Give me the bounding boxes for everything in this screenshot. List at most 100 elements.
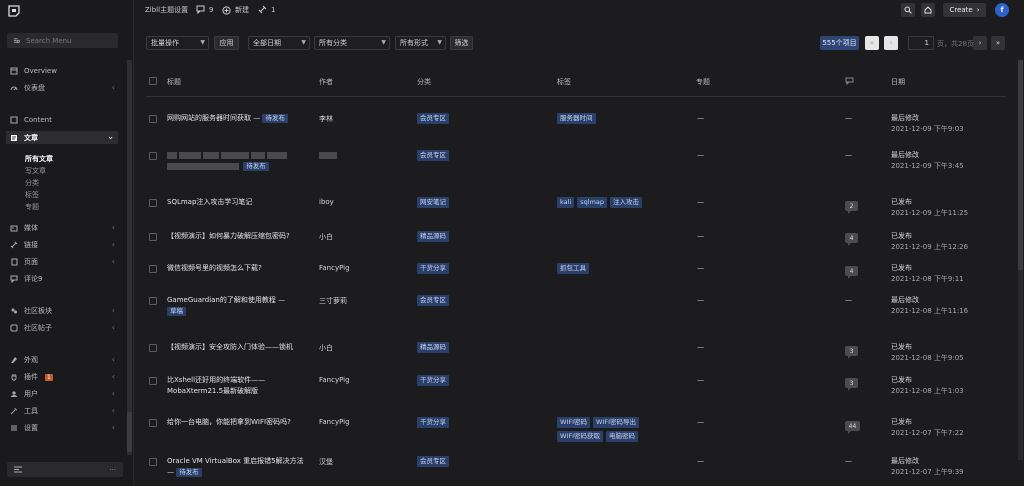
sidebar-sub-new-post[interactable]: 写文章 xyxy=(25,166,46,176)
category-tag[interactable]: 干货分享 xyxy=(417,263,449,274)
last-page-button[interactable]: » xyxy=(991,36,1005,50)
sidebar-scrollbar[interactable] xyxy=(127,60,132,455)
comment-count-bubble[interactable]: 4 xyxy=(845,266,858,279)
plugin-link[interactable]: 1 xyxy=(258,5,275,14)
sidebar-item-overview[interactable]: Overview xyxy=(10,65,115,77)
sidebar-item-dashboard[interactable]: 仪表盘 ‹ xyxy=(10,82,115,94)
post-title-text[interactable]: 微信视频号里的视频怎么下载? xyxy=(167,264,262,272)
row-checkbox[interactable] xyxy=(149,419,157,427)
sidebar-item-forum-posts[interactable]: 社区帖子 ‹ xyxy=(10,322,115,334)
comment-count-bubble[interactable]: 44 xyxy=(845,421,860,434)
site-name-link[interactable]: Zibll主题设置 xyxy=(145,5,188,15)
sidebar-item-forum[interactable]: 社区板块 ‹ xyxy=(10,305,115,317)
apply-button[interactable]: 应用 xyxy=(214,36,239,50)
post-title[interactable]: Oracle VM VirtualBox 重启报错5解决方法 — 待发布 xyxy=(167,456,309,478)
category-tag[interactable]: 会员专区 xyxy=(417,456,449,467)
sidebar-sub-topics[interactable]: 专题 xyxy=(25,202,39,212)
post-tag[interactable]: WIFI密码 xyxy=(557,417,590,428)
row-checkbox[interactable] xyxy=(149,377,157,385)
date-filter-select[interactable]: 全部日期 ▼ xyxy=(248,36,310,50)
sidebar-sub-all-posts[interactable]: 所有文章 xyxy=(25,154,53,164)
post-title[interactable]: 【视频演示】如何暴力破解压缩包密码? xyxy=(167,231,309,242)
post-tag[interactable]: sqlmap xyxy=(577,197,608,208)
more-icon[interactable]: ··· xyxy=(109,466,116,474)
category-tag[interactable]: 干货分享 xyxy=(417,417,449,428)
post-title-text[interactable]: 给你一台电脑，你能把拿到WIFI密码吗? xyxy=(167,418,291,426)
comment-count-bubble[interactable]: 2 xyxy=(845,201,858,214)
category-tag[interactable]: 会员专区 xyxy=(417,295,449,306)
sidebar-item-pages[interactable]: 页面 ‹ xyxy=(10,256,115,268)
column-header-date[interactable]: 日期 xyxy=(891,77,905,87)
row-checkbox[interactable] xyxy=(149,199,157,207)
sidebar-item-appearance[interactable]: 外观 ‹ xyxy=(10,354,115,366)
category-tag[interactable]: 会员专区 xyxy=(417,113,449,124)
next-page-button[interactable]: › xyxy=(973,36,987,50)
post-author[interactable]: FancyPig xyxy=(319,418,350,426)
sidebar-sub-tags[interactable]: 标签 xyxy=(25,190,39,200)
first-page-button[interactable]: « xyxy=(865,36,879,50)
comments-link[interactable]: 9 xyxy=(196,5,213,14)
sidebar-collapse-bar[interactable]: ··· xyxy=(7,462,123,477)
avatar[interactable]: f xyxy=(995,3,1009,17)
sidebar-item-links[interactable]: 链接 ‹ xyxy=(10,239,115,251)
row-checkbox[interactable] xyxy=(149,265,157,273)
home-button[interactable] xyxy=(921,3,935,17)
post-tag[interactable]: 电脑密码 xyxy=(606,431,638,442)
post-title[interactable]: 网购网站的服务器时间获取 — 待发布 xyxy=(167,113,309,124)
post-author[interactable]: iboy xyxy=(319,198,334,206)
post-tag[interactable]: 抓包工具 xyxy=(557,263,589,274)
post-author[interactable]: 小白 xyxy=(319,232,333,242)
post-title[interactable]: 微信视频号里的视频怎么下载? xyxy=(167,263,309,274)
post-tag[interactable]: WIFI密码导出 xyxy=(593,417,639,428)
post-title[interactable]: 【视频演示】安全攻防入门体验——锁机 xyxy=(167,342,309,353)
row-checkbox[interactable] xyxy=(149,233,157,241)
wordpress-logo-icon[interactable] xyxy=(8,5,20,17)
new-content-link[interactable]: 新建 xyxy=(222,5,249,15)
search-button[interactable] xyxy=(901,3,915,17)
create-button[interactable]: Create › xyxy=(943,3,986,17)
post-title-text[interactable]: 【视频演示】安全攻防入门体验——锁机 xyxy=(167,343,293,351)
row-checkbox[interactable] xyxy=(149,297,157,305)
row-checkbox[interactable] xyxy=(149,152,157,160)
sidebar-item-tools[interactable]: 工具 ‹ xyxy=(10,405,115,417)
prev-page-button[interactable]: ‹ xyxy=(884,36,898,50)
category-tag[interactable]: 会员专区 xyxy=(417,150,449,161)
sidebar-scrollbar-thumb[interactable] xyxy=(127,412,132,452)
sidebar-sub-categories[interactable]: 分类 xyxy=(25,178,39,188)
menu-search[interactable]: Search Menu xyxy=(7,33,118,48)
post-title-text[interactable]: 比Xshell还好用的终端软件——MobaXterm21.5最新破解版 xyxy=(167,376,265,395)
post-tag[interactable]: WIFI密码获取 xyxy=(557,431,603,442)
collapse-menu-icon[interactable] xyxy=(14,466,22,473)
sidebar-item-plugins[interactable]: 插件 1 ‹ xyxy=(10,371,115,383)
comment-count-bubble[interactable]: 3 xyxy=(845,378,858,391)
sidebar-item-users[interactable]: 用户 ‹ xyxy=(10,388,115,400)
post-title[interactable]: GameGuardian的了解和使用教程 — 草稿 xyxy=(167,295,309,317)
post-title-text[interactable]: SQLmap注入攻击学习笔记 xyxy=(167,198,252,206)
post-author[interactable] xyxy=(319,151,339,159)
comments-column-icon[interactable] xyxy=(845,77,854,85)
current-page-input[interactable]: 1 xyxy=(908,36,934,50)
category-tag[interactable]: 精品源码 xyxy=(417,342,449,353)
post-author[interactable]: 汉堡 xyxy=(319,457,333,467)
post-title-text[interactable]: 网购网站的服务器时间获取 — xyxy=(167,114,260,122)
category-tag[interactable]: 精品源码 xyxy=(417,231,449,242)
row-checkbox[interactable] xyxy=(149,458,157,466)
post-author[interactable]: 李林 xyxy=(319,114,333,124)
bulk-action-select[interactable]: 批量操作 ▼ xyxy=(146,36,209,50)
post-tag[interactable]: kali xyxy=(557,197,575,208)
post-title-text[interactable]: GameGuardian的了解和使用教程 — xyxy=(167,296,285,304)
select-all-checkbox[interactable] xyxy=(149,77,157,85)
format-filter-select[interactable]: 所有形式 ▼ xyxy=(395,36,446,50)
column-header-title[interactable]: 标题 xyxy=(167,77,181,87)
post-title[interactable]: 比Xshell还好用的终端软件——MobaXterm21.5最新破解版 xyxy=(167,375,309,397)
comment-count-bubble[interactable]: 3 xyxy=(845,346,858,359)
sidebar-item-settings[interactable]: 设置 ‹ xyxy=(10,422,115,434)
post-author[interactable]: FancyPig xyxy=(319,264,350,272)
category-filter-select[interactable]: 所有分类 ▼ xyxy=(314,36,390,50)
sidebar-item-comments[interactable]: 评论9 xyxy=(10,273,115,285)
sidebar-item-posts[interactable]: 文章 ⌄ xyxy=(6,131,118,144)
post-author[interactable]: 小白 xyxy=(319,343,333,353)
post-title[interactable]: 给你一台电脑，你能把拿到WIFI密码吗? xyxy=(167,417,309,428)
comment-count-bubble[interactable]: 4 xyxy=(845,233,858,246)
filter-button[interactable]: 筛选 xyxy=(450,36,473,50)
